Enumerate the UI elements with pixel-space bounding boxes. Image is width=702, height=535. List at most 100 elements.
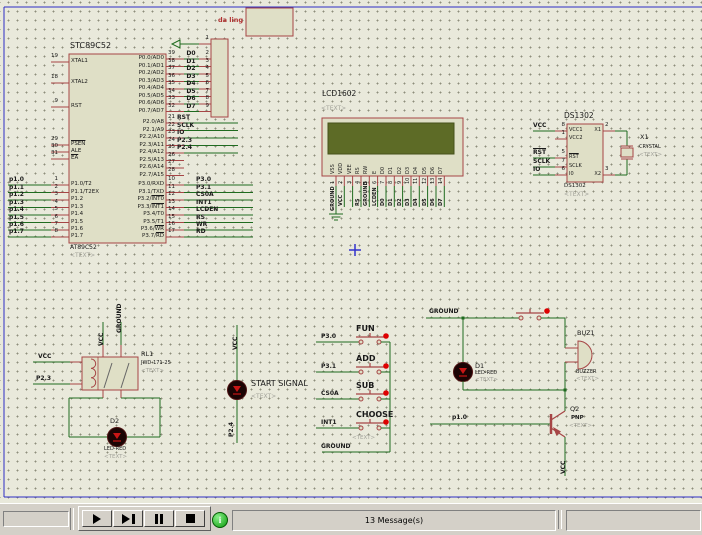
toolbar-separator bbox=[70, 508, 74, 530]
placeholder: <TEXT> bbox=[576, 377, 599, 383]
net-label: CS0A bbox=[321, 391, 339, 397]
placeholder: <TEXT> bbox=[251, 394, 276, 400]
push-button[interactable] bbox=[537, 316, 541, 320]
push-button[interactable] bbox=[377, 340, 381, 344]
transistor-arm bbox=[551, 411, 565, 420]
pin-number: 25 bbox=[168, 145, 175, 151]
net-label: IO bbox=[177, 130, 184, 136]
net-label: RST bbox=[533, 150, 546, 156]
push-button[interactable] bbox=[377, 370, 381, 374]
sim-stop-button[interactable] bbox=[175, 510, 205, 527]
net-label: D1 bbox=[389, 198, 394, 206]
pin-number: 38 bbox=[168, 59, 175, 65]
pin-number: 31 bbox=[51, 151, 58, 157]
schematic-shapes bbox=[0, 0, 702, 503]
component-value: PNP bbox=[571, 416, 584, 422]
placeholder: <TEXT> bbox=[569, 424, 592, 430]
pin-name: X1 bbox=[594, 128, 601, 133]
component-value: LED-RED bbox=[104, 447, 126, 452]
pin-name: P1.6 bbox=[71, 227, 83, 233]
pin-name: P0.3/AD3 bbox=[139, 79, 164, 85]
net-label: VCC bbox=[533, 123, 546, 129]
pin-name: P1.3 bbox=[71, 205, 83, 211]
pin-number: 1 bbox=[562, 131, 566, 137]
net-label: P3.1 bbox=[321, 364, 336, 370]
connector-body[interactable] bbox=[211, 39, 228, 117]
pause-icon bbox=[155, 514, 158, 524]
pin-number: 2 bbox=[339, 181, 344, 184]
pin-number: 29 bbox=[51, 137, 58, 143]
pin-name: RST bbox=[71, 104, 82, 110]
pin-number: 12 bbox=[423, 178, 428, 184]
message-panel[interactable]: 13 Message(s) bbox=[232, 510, 556, 531]
net-label: IO bbox=[533, 167, 540, 173]
push-button[interactable] bbox=[519, 316, 523, 320]
placeholder: <TEXT> bbox=[70, 253, 95, 259]
net-label: P2.3 bbox=[36, 376, 51, 382]
crystal-body[interactable] bbox=[621, 148, 633, 157]
misc-component[interactable] bbox=[246, 8, 293, 36]
push-button[interactable] bbox=[377, 397, 381, 401]
pin-number: 1 bbox=[55, 177, 59, 183]
pin-name: P3.3/INT1 bbox=[137, 205, 164, 211]
sim-play-button[interactable] bbox=[82, 510, 112, 527]
pin-number: 27 bbox=[168, 160, 175, 166]
push-button[interactable] bbox=[359, 340, 363, 344]
message-count: 13 Message(s) bbox=[365, 516, 423, 525]
push-button[interactable] bbox=[377, 426, 381, 430]
net-label: RS bbox=[356, 199, 361, 206]
pin-number: 7 bbox=[381, 181, 386, 184]
pin-name: D5 bbox=[423, 167, 428, 174]
sim-pause-button[interactable] bbox=[144, 510, 174, 527]
net-label: p1.4 bbox=[9, 207, 24, 213]
pin-name: XTAL2 bbox=[71, 80, 88, 86]
pin-number: 11 bbox=[414, 178, 419, 184]
pin-number: 18 bbox=[51, 75, 58, 81]
net-label: p1.2 bbox=[9, 192, 24, 198]
pin-name: VSS bbox=[331, 164, 336, 174]
state-dot-icon bbox=[383, 363, 389, 369]
pin-name: EA bbox=[71, 156, 78, 162]
pin-number: 21 bbox=[168, 115, 175, 121]
pin-name: P0.7/AD7 bbox=[139, 109, 164, 115]
pin-number: 8 bbox=[206, 96, 210, 102]
net-label: D6 bbox=[431, 198, 436, 206]
pin-name: D6 bbox=[431, 167, 436, 174]
pin-number: 4 bbox=[55, 200, 59, 206]
key-label: FUN bbox=[356, 325, 375, 333]
lcd-screen bbox=[328, 123, 454, 154]
pin-name: P1.7 bbox=[71, 234, 83, 240]
pin-number: 13 bbox=[168, 200, 175, 206]
pin-name: P2.1/A9 bbox=[143, 128, 164, 134]
relay-body[interactable] bbox=[82, 357, 138, 390]
net-label: p1.0 bbox=[452, 415, 467, 421]
push-button[interactable] bbox=[359, 370, 363, 374]
pin-number: 2 bbox=[206, 51, 210, 57]
pin-number: 5 bbox=[55, 207, 59, 213]
net-label: D5 bbox=[423, 198, 428, 206]
pin-name: P3.7/RD bbox=[142, 234, 164, 240]
component-value: BUZZER bbox=[576, 370, 597, 375]
net-label: P3.0 bbox=[196, 177, 211, 183]
net-label: p1.3 bbox=[9, 200, 24, 206]
pin-number: 30 bbox=[51, 144, 58, 150]
pin-number: 35 bbox=[168, 81, 175, 87]
state-dot-icon bbox=[383, 333, 389, 339]
state-dot-icon bbox=[383, 390, 389, 396]
info-icon[interactable]: i bbox=[212, 512, 228, 528]
pin-number: 1 bbox=[206, 36, 210, 42]
pin-name: P1.2 bbox=[71, 197, 83, 203]
net-label: RS bbox=[196, 215, 205, 221]
simulation-controls bbox=[78, 506, 211, 531]
key-label: SUB bbox=[356, 382, 374, 390]
sim-step-button[interactable] bbox=[113, 510, 143, 527]
input-arrow-icon bbox=[172, 40, 180, 48]
pin-name: VCC1 bbox=[569, 128, 583, 133]
schematic-canvas[interactable]: 191892930311p1.02p1.13p1.24p1.35p1.46p1.… bbox=[0, 0, 702, 503]
pin-number: 3 bbox=[348, 181, 353, 184]
push-button[interactable] bbox=[359, 426, 363, 430]
push-button[interactable] bbox=[359, 397, 363, 401]
buzzer-body[interactable] bbox=[578, 341, 592, 369]
pin-name: D2 bbox=[398, 167, 403, 174]
net-label: D0 bbox=[381, 198, 386, 206]
